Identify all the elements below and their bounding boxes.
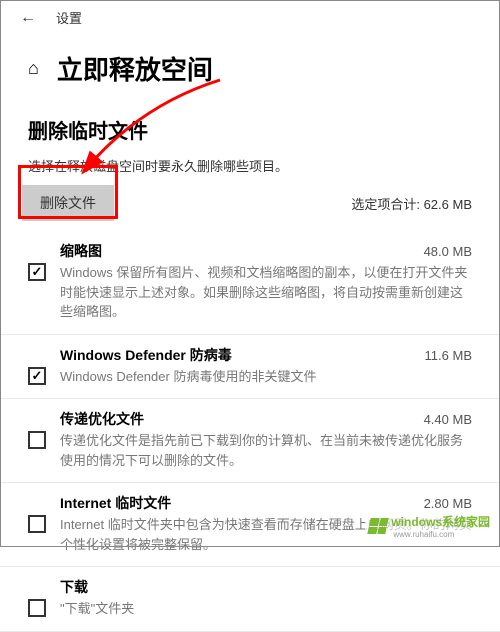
header-bar: ← 设置 (0, 0, 500, 35)
action-row: 删除文件 选定项合计: 62.6 MB (0, 185, 500, 231)
item-description: 传递优化文件是指先前已下载到你的计算机、在当前未被传递优化服务使用的情况下可以删… (60, 431, 472, 470)
list-item: Windows Defender 防病毒11.6 MBWindows Defen… (0, 335, 500, 400)
checkbox[interactable] (28, 367, 46, 385)
checkbox-wrap (28, 409, 46, 470)
item-header: 缩略图 48.0 MB (60, 241, 472, 261)
item-title: Internet 临时文件 (60, 493, 171, 513)
item-title: 缩略图 (60, 241, 102, 261)
item-size: 48.0 MB (424, 244, 472, 259)
watermark-sub: www.ruhaifu.com (393, 530, 490, 539)
item-header: 下载 (60, 577, 472, 597)
watermark: windows系统家园 www.ruhaifu.com (365, 511, 494, 541)
item-content: 缩略图 48.0 MB Windows 保留所有图片、视频和文档缩略图的副本，以便在… (60, 241, 472, 322)
item-header: Windows Defender 防病毒 11.6 MB (60, 345, 472, 365)
checkbox[interactable] (28, 515, 46, 533)
item-description: Windows 保留所有图片、视频和文档缩略图的副本，以便在打开文件夹时能快速显… (60, 263, 472, 322)
checkbox-wrap (28, 577, 46, 619)
list-item: 传递优化文件 4.40 MB 传递优化文件是指先前已下载到你的计算机、在当前未被传递… (0, 399, 500, 483)
item-content: 传递优化文件 4.40 MB 传递优化文件是指先前已下载到你的计算机、在当前未被传递… (60, 409, 472, 470)
windows-logo-icon (368, 518, 389, 534)
item-title: Windows Defender 防病毒 (60, 345, 232, 365)
checkbox-wrap (28, 493, 46, 554)
item-size: 4.40 MB (424, 412, 472, 427)
checkbox[interactable] (28, 599, 46, 617)
item-content: Windows Defender 防病毒11.6 MBWindows Defen… (60, 345, 472, 387)
total-prefix: 选定项合计: (351, 197, 420, 212)
total-value: 62.6 MB (424, 197, 472, 212)
checkbox[interactable] (28, 431, 46, 449)
section-description: 选择在释放磁盘空间时要永久删除哪些项目。 (0, 152, 500, 185)
item-content: 下载"下载"文件夹 (60, 577, 472, 619)
section-heading: 删除临时文件 (0, 97, 500, 152)
item-size: 11.6 MB (425, 348, 472, 363)
item-description: "下载"文件夹 (60, 599, 472, 619)
watermark-text: windows系统家园 (391, 513, 490, 530)
item-title: 传递优化文件 (60, 409, 144, 429)
checkbox[interactable] (28, 263, 46, 281)
list-item: 缩略图 48.0 MB Windows 保留所有图片、视频和文档缩略图的副本，以便在… (0, 231, 500, 335)
item-list: 缩略图 48.0 MB Windows 保留所有图片、视频和文档缩略图的副本，以便在… (0, 231, 500, 632)
checkbox-wrap (28, 345, 46, 387)
selected-total: 选定项合计: 62.6 MB (351, 194, 472, 213)
item-size: 2.80 MB (424, 496, 472, 511)
back-arrow-icon[interactable]: ← (20, 9, 36, 27)
home-icon[interactable]: ⌂ (28, 58, 39, 79)
list-item: 下载"下载"文件夹 (0, 567, 500, 632)
item-header: Internet 临时文件 2.80 MB (60, 493, 472, 513)
settings-label: 设置 (56, 8, 82, 27)
item-title: 下载 (60, 577, 88, 597)
item-description: Windows Defender 防病毒使用的非关键文件 (60, 367, 472, 387)
checkbox-wrap (28, 241, 46, 322)
title-row: ⌂ 立即释放空间 (0, 35, 500, 97)
item-header: 传递优化文件 4.40 MB (60, 409, 472, 429)
page-title: 立即释放空间 (57, 50, 213, 87)
delete-files-button[interactable]: 删除文件 (22, 185, 114, 221)
